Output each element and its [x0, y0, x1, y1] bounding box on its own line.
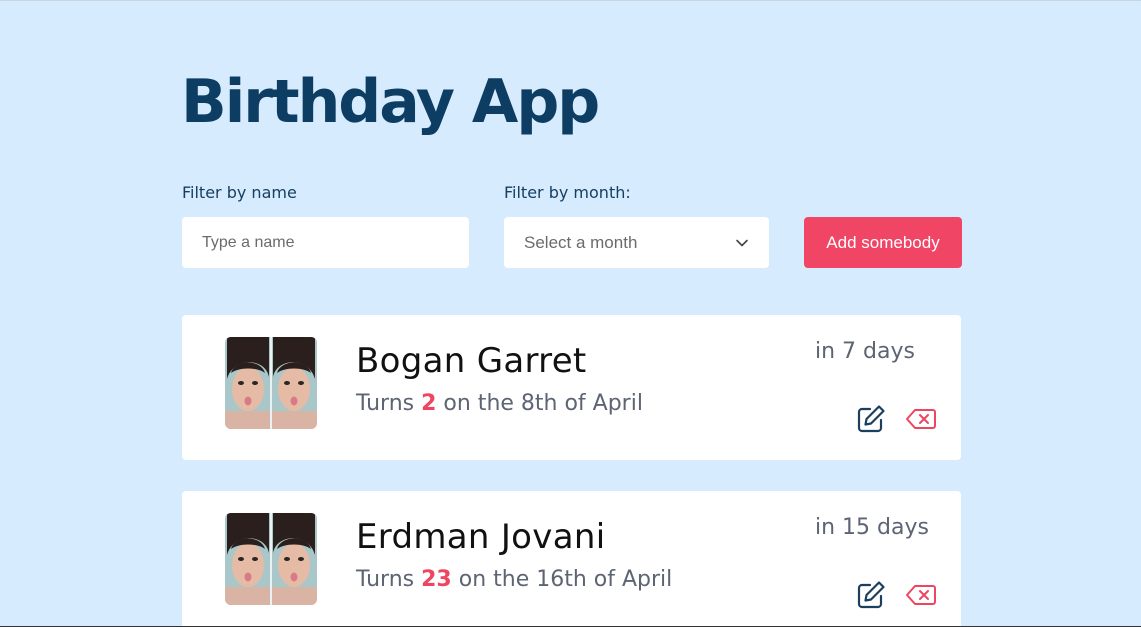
- turns-prefix: Turns: [356, 391, 422, 416]
- turns-prefix: Turns: [356, 567, 422, 592]
- birthday-description: Turns 23 on the 16th of April: [356, 567, 672, 592]
- filter-month-label: Filter by month:: [504, 183, 631, 202]
- age-value: 2: [421, 391, 437, 416]
- delete-button[interactable]: [904, 402, 938, 436]
- person-name: Erdman Jovani: [356, 517, 606, 557]
- edit-icon: [857, 405, 885, 433]
- birthday-card: Erdman Jovani Turns 23 on the 16th of Ap…: [182, 491, 961, 627]
- avatar-photo-right: [272, 337, 317, 429]
- edit-icon: [857, 581, 885, 609]
- filter-name-input[interactable]: [182, 217, 469, 268]
- edit-button[interactable]: [854, 402, 888, 436]
- days-until-birthday: in 7 days: [815, 339, 915, 364]
- month-select-value: Select a month: [524, 232, 638, 252]
- avatar: [225, 513, 317, 605]
- avatar: [225, 337, 317, 429]
- days-until-birthday: in 15 days: [815, 515, 929, 540]
- app-page: Birthday App Filter by name Filter by mo…: [0, 0, 1141, 627]
- add-somebody-button[interactable]: Add somebody: [804, 217, 962, 268]
- delete-icon: [906, 409, 936, 429]
- filter-name-label: Filter by name: [182, 183, 297, 202]
- avatar-photo-left: [225, 513, 270, 605]
- edit-button[interactable]: [854, 578, 888, 612]
- delete-icon: [906, 585, 936, 605]
- person-name: Bogan Garret: [356, 341, 587, 381]
- avatar-photo-right: [272, 513, 317, 605]
- page-title: Birthday App: [181, 67, 600, 137]
- filter-month-select[interactable]: Select a month: [504, 217, 769, 268]
- birthday-date-text: on the 16th of April: [451, 567, 673, 592]
- birthday-date-text: on the 8th of April: [436, 391, 643, 416]
- age-value: 23: [421, 567, 452, 592]
- chevron-down-icon: [736, 239, 748, 246]
- birthday-description: Turns 2 on the 8th of April: [356, 391, 643, 416]
- delete-button[interactable]: [904, 578, 938, 612]
- avatar-photo-left: [225, 337, 270, 429]
- birthday-card: Bogan Garret Turns 2 on the 8th of April…: [182, 315, 961, 460]
